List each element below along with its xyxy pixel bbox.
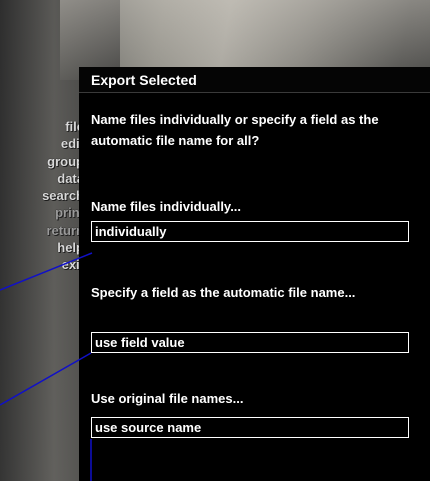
callout-line-individually [0, 252, 93, 291]
callout-lines [0, 252, 93, 481]
callout-line-field-value [0, 352, 92, 406]
